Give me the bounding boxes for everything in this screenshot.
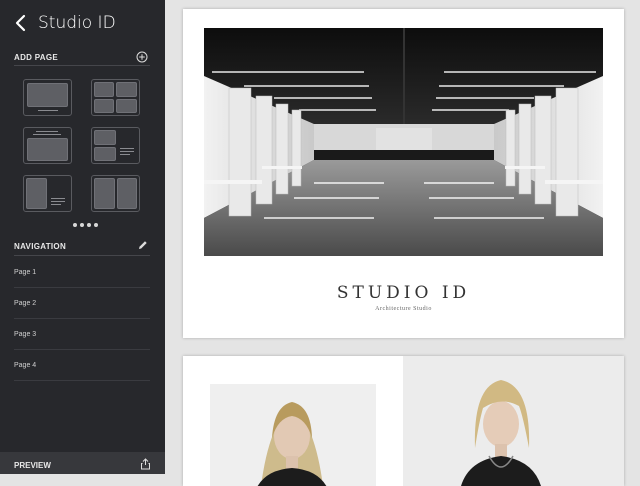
pager-dot[interactable] [87, 223, 91, 227]
template-images-with-text[interactable] [91, 127, 140, 164]
brand-title: STUDIO ID [336, 283, 471, 303]
chevron-left-icon [15, 14, 26, 32]
page-canvas: STUDIO ID Architecture Studio [165, 0, 640, 486]
template-four-image-grid[interactable] [91, 79, 140, 116]
nav-item-label: Page 3 [14, 331, 37, 338]
navigation-heading: NAVIGATION [14, 242, 67, 251]
template-image-with-caption[interactable] [23, 127, 72, 164]
sidebar-header: Studio ID [10, 10, 116, 36]
pager-dot[interactable] [80, 223, 84, 227]
preview-label: PREVIEW [14, 461, 51, 470]
nav-item-label: Page 4 [14, 362, 37, 369]
sidebar: Studio ID ADD PAGE NAVIGATION Page 1 Pag… [0, 0, 165, 474]
page-1-preview[interactable]: STUDIO ID Architecture Studio [183, 9, 624, 338]
back-button[interactable] [10, 10, 32, 36]
plus-circle-icon[interactable] [136, 51, 148, 63]
portrait-photo-1 [210, 384, 376, 486]
pager-dot[interactable] [73, 223, 77, 227]
divider [14, 380, 150, 381]
nav-item-page-4[interactable]: Page 4 [0, 350, 150, 381]
nav-item-label: Page 2 [14, 300, 37, 307]
template-single-image[interactable] [23, 79, 72, 116]
template-pager-dots[interactable] [73, 223, 98, 227]
share-icon[interactable] [140, 458, 151, 470]
interior-hall-photo [204, 28, 603, 256]
nav-item-label: Page 1 [14, 269, 37, 276]
pencil-icon[interactable] [138, 240, 148, 250]
template-image-text-columns[interactable] [23, 175, 72, 212]
add-page-heading: ADD PAGE [14, 53, 59, 62]
page-2-preview[interactable] [183, 356, 624, 486]
nav-item-page-3[interactable]: Page 3 [0, 319, 150, 350]
pager-dot[interactable] [94, 223, 98, 227]
portrait-photo-2 [403, 356, 624, 486]
divider [14, 65, 150, 66]
project-title: Studio ID [38, 13, 116, 33]
nav-item-page-1[interactable]: Page 1 [0, 257, 150, 288]
nav-item-page-2[interactable]: Page 2 [0, 288, 150, 319]
brand-tagline: Architecture Studio [375, 306, 432, 312]
template-portrait-images[interactable] [91, 175, 140, 212]
divider [14, 255, 150, 256]
